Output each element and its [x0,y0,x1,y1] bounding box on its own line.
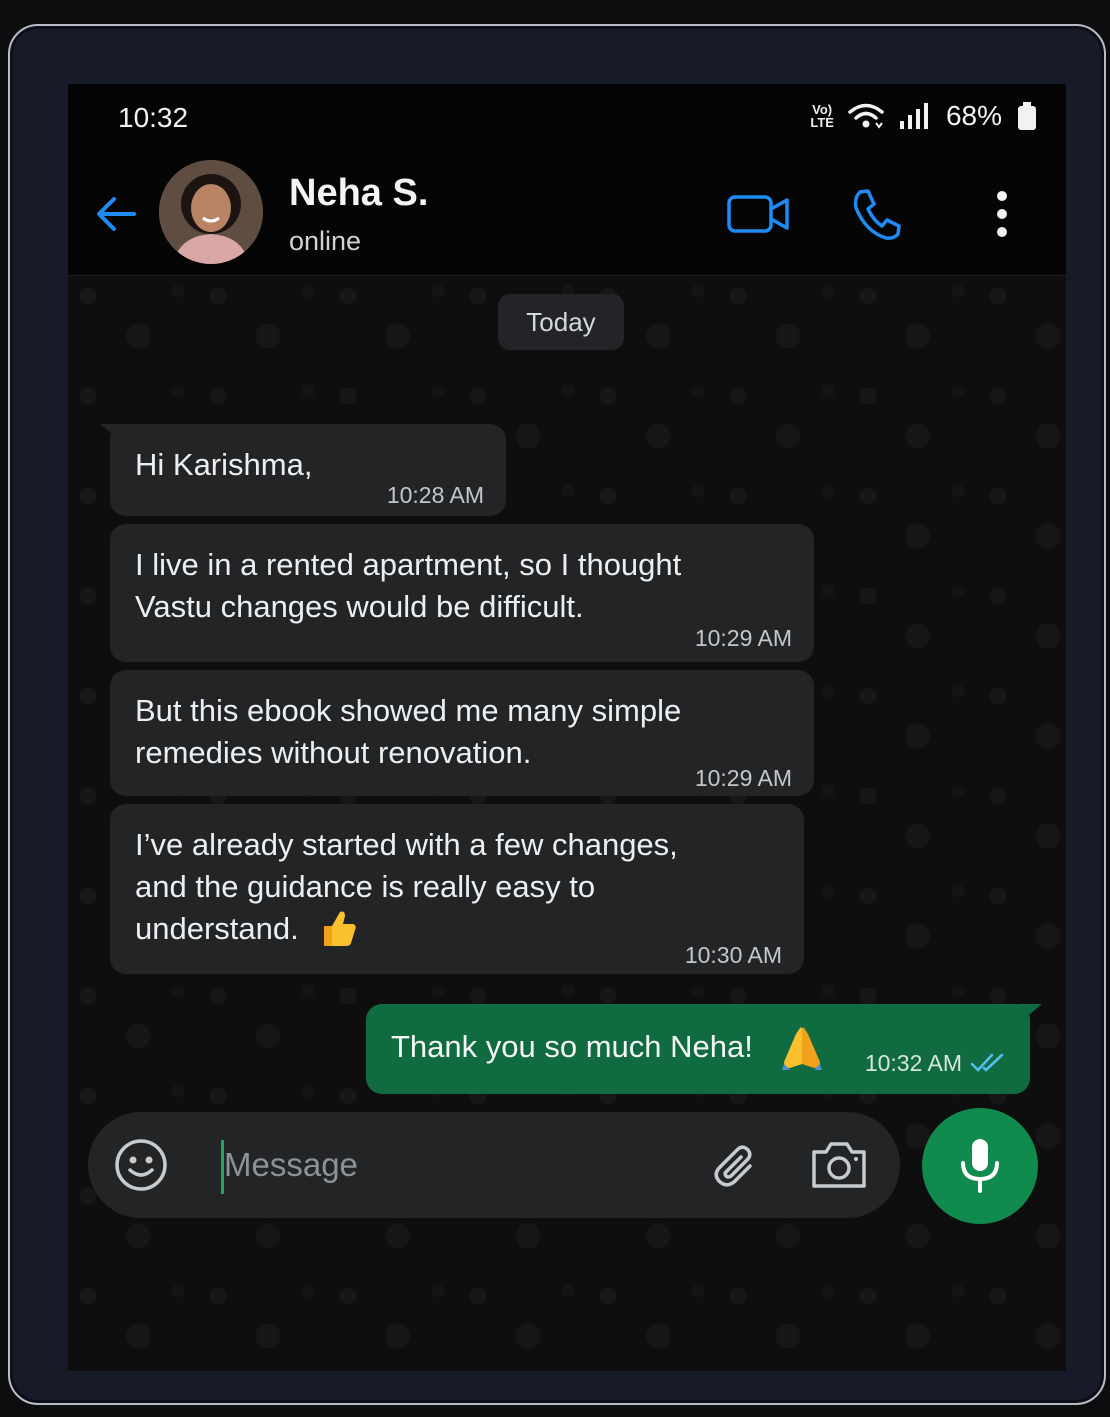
battery-icon [1018,102,1036,130]
phone-icon[interactable] [848,186,904,242]
mic-icon [961,1139,999,1193]
date-separator: Today [498,294,624,350]
message-composer [88,1112,900,1218]
volte-bottom: LTE [810,115,834,130]
message-input[interactable] [224,1138,704,1192]
incoming-message[interactable]: I live in a rented apartment, so I thoug… [110,524,814,662]
camera-icon[interactable] [810,1138,868,1192]
attach-icon[interactable] [710,1140,762,1192]
video-call-icon[interactable] [726,192,792,236]
mic-button[interactable] [922,1108,1038,1224]
device-frame: 10:32 Vo) LTE 68% Neha S. online Today H… [8,24,1106,1405]
message-time: 10:28 AM [386,482,484,508]
contact-name[interactable]: Neha S. [289,172,428,215]
wifi-icon [848,103,884,129]
phone-screen: 10:32 Vo) LTE 68% Neha S. online Today H… [68,84,1066,1371]
outgoing-message[interactable]: Thank you so much Neha! 10:32 AM [366,1004,1030,1094]
emoji-icon[interactable] [114,1138,168,1192]
signal-icon [899,103,928,129]
folded-hands-icon [782,1027,822,1070]
status-icons: Vo) LTE 68% [810,100,1038,132]
message-text: But this ebook showed me many simple rem… [135,693,682,770]
message-time: 10:32 AM [864,1050,962,1076]
message-time: 10:29 AM [694,625,792,651]
message-time: 10:29 AM [694,765,792,791]
message-time: 10:30 AM [684,942,782,968]
more-options-icon[interactable] [988,188,1016,240]
message-text: Hi Karishma, [135,447,313,482]
incoming-message[interactable]: But this ebook showed me many simple rem… [110,670,814,796]
double-check-icon [970,1053,1004,1072]
chat-header: Neha S. online [68,152,1066,276]
back-arrow-icon[interactable] [94,192,138,236]
contact-status: online [289,226,362,256]
message-text: Thank you so much Neha! [391,1029,753,1064]
status-bar: 10:32 Vo) LTE 68% [68,84,1066,152]
status-time: 10:32 [118,102,189,133]
message-meta: 10:32 AM [865,1042,1006,1084]
avatar-image [159,160,263,264]
volte-indicator: Vo) LTE [810,103,834,129]
message-text: I live in a rented apartment, so I thoug… [135,547,682,624]
thumbs-up-icon [324,911,356,946]
incoming-message[interactable]: Hi Karishma, 10:28 AM [110,424,506,516]
battery-percent: 68% [945,100,1002,131]
avatar[interactable] [159,160,263,264]
incoming-message[interactable]: I’ve already started with a few changes,… [110,804,804,974]
message-text: I’ve already started with a few changes,… [135,827,678,946]
